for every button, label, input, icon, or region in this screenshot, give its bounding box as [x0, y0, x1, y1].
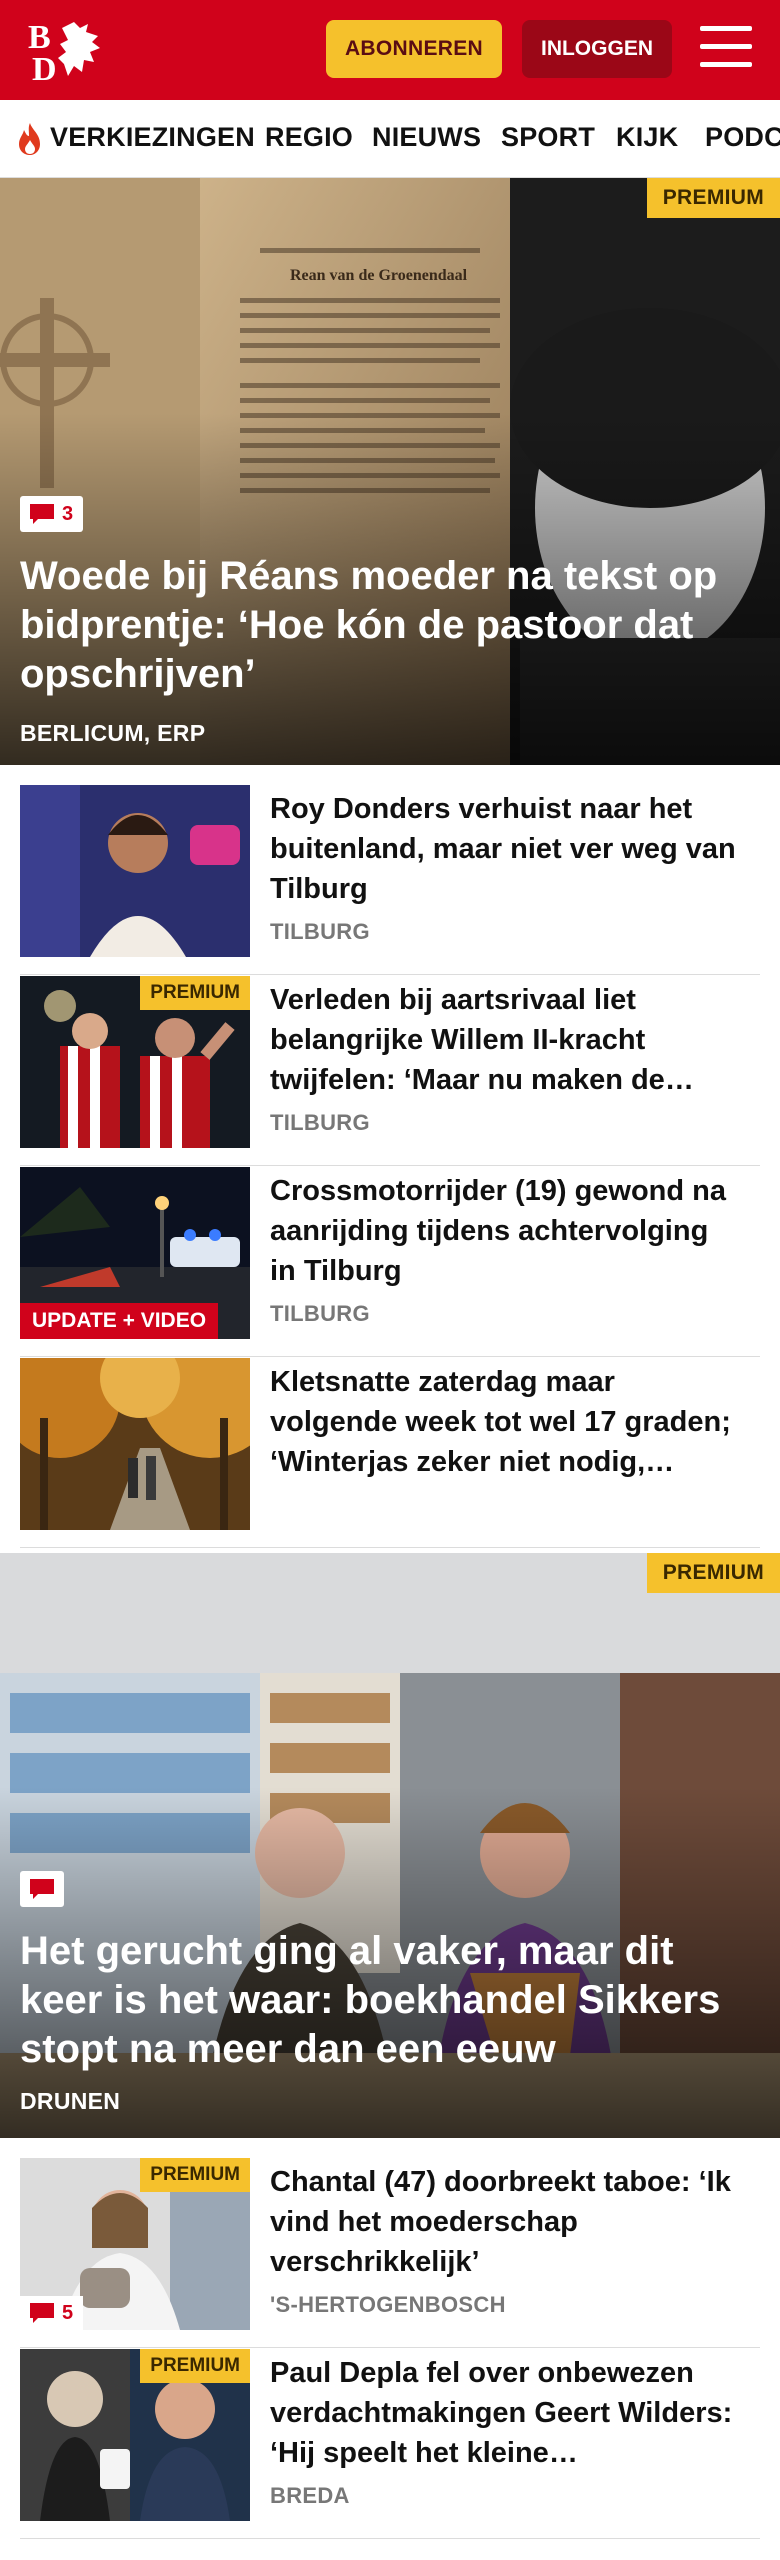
nav-verkiezingen[interactable]: VERKIEZINGEN: [50, 122, 255, 153]
premium-badge: PREMIUM: [140, 2349, 250, 2383]
list-item[interactable]: PREMIUM 5 Chantal (47) doorbreekt taboe:…: [20, 2158, 760, 2348]
comment-icon: [30, 504, 54, 524]
thumbnail: PREMIUM: [20, 976, 250, 1148]
hero-article-bidprentje[interactable]: Rean van de Groenendaal PREMIUM 3 Woede …: [0, 178, 780, 765]
premium-badge: PREMIUM: [646, 178, 780, 218]
list-item[interactable]: UPDATE + VIDEO Crossmotorrijder (19) gew…: [20, 1167, 760, 1357]
article-title[interactable]: Kletsnatte zaterdag maar volgende week t…: [270, 1362, 740, 1482]
comment-icon: [30, 1879, 54, 1899]
article-location: 'S-HERTOGENBOSCH: [270, 2292, 506, 2317]
thumbnail: PREMIUM: [20, 2349, 250, 2521]
login-button[interactable]: INLOGGEN: [522, 20, 672, 78]
nav-regio[interactable]: REGIO: [265, 122, 353, 153]
premium-badge: PREMIUM: [140, 976, 250, 1010]
menu-icon[interactable]: [700, 24, 752, 72]
thumbnail: PREMIUM 5: [20, 2158, 250, 2330]
svg-text:Rean van de Groenendaal: Rean van de Groenendaal: [290, 267, 468, 284]
article-title[interactable]: Crossmotorrijder (19) gewond na aanrijdi…: [270, 1171, 740, 1291]
nav-podcast[interactable]: PODC: [705, 122, 780, 153]
article-location: TILBURG: [270, 919, 370, 944]
list-item[interactable]: Kletsnatte zaterdag maar volgende week t…: [20, 1358, 760, 1548]
article-title[interactable]: Roy Donders verhuist naar het buitenland…: [270, 789, 740, 909]
comment-icon-badge[interactable]: [20, 1871, 64, 1907]
nav-nieuws[interactable]: NIEUWS: [372, 122, 481, 153]
thumbnail: UPDATE + VIDEO: [20, 1167, 250, 1339]
comment-count: 5: [62, 2301, 74, 2324]
hero-location: BERLICUM, ERP: [20, 720, 206, 746]
list-item[interactable]: Roy Donders verhuist naar het buitenland…: [20, 785, 760, 975]
article-location: TILBURG: [270, 1110, 370, 1135]
article-title[interactable]: Paul Depla fel over onbewezen verdachtma…: [270, 2353, 740, 2473]
list-item[interactable]: PREMIUM Verleden bij aartsrivaal liet be…: [20, 976, 760, 1166]
nav-sport[interactable]: SPORT: [501, 122, 595, 153]
hero-article-sikkers[interactable]: PREMIUM Het gerucht ging al vaker, maar …: [0, 1553, 780, 2138]
section-nav: VERKIEZINGEN REGIO NIEUWS SPORT KIJK POD…: [0, 100, 780, 178]
hero-title[interactable]: Het gerucht ging al vaker, maar dit keer…: [20, 1927, 740, 2074]
hero-title[interactable]: Woede bij Réans moeder na tekst op bidpr…: [20, 552, 740, 699]
article-location: BREDA: [270, 2483, 350, 2508]
top-bar: B D ABONNEREN INLOGGEN: [0, 0, 780, 100]
subscribe-button[interactable]: ABONNEREN: [326, 20, 502, 78]
comment-count: 3: [62, 502, 74, 525]
svg-text:D: D: [32, 51, 57, 82]
article-title[interactable]: Verleden bij aartsrivaal liet belangrijk…: [270, 980, 740, 1100]
premium-badge: PREMIUM: [140, 2158, 250, 2192]
update-video-label: UPDATE + VIDEO: [20, 1303, 219, 1339]
flame-icon: [19, 123, 40, 155]
list-item[interactable]: PREMIUM Paul Depla fel over onbewezen ve…: [20, 2349, 760, 2539]
article-location: TILBURG: [270, 1301, 370, 1326]
hero-location: DRUNEN: [20, 2088, 121, 2114]
thumbnail: [20, 785, 250, 957]
bd-logo[interactable]: B D: [28, 18, 112, 82]
comment-count-badge[interactable]: 5: [20, 2296, 84, 2330]
thumbnail: [20, 1358, 250, 1530]
comment-icon: [30, 2303, 54, 2323]
premium-badge: PREMIUM: [646, 1553, 780, 1593]
comment-count-badge[interactable]: 3: [20, 496, 84, 532]
article-title[interactable]: Chantal (47) doorbreekt taboe: ‘Ik vind …: [270, 2162, 740, 2282]
nav-kijk[interactable]: KIJK: [616, 122, 678, 153]
